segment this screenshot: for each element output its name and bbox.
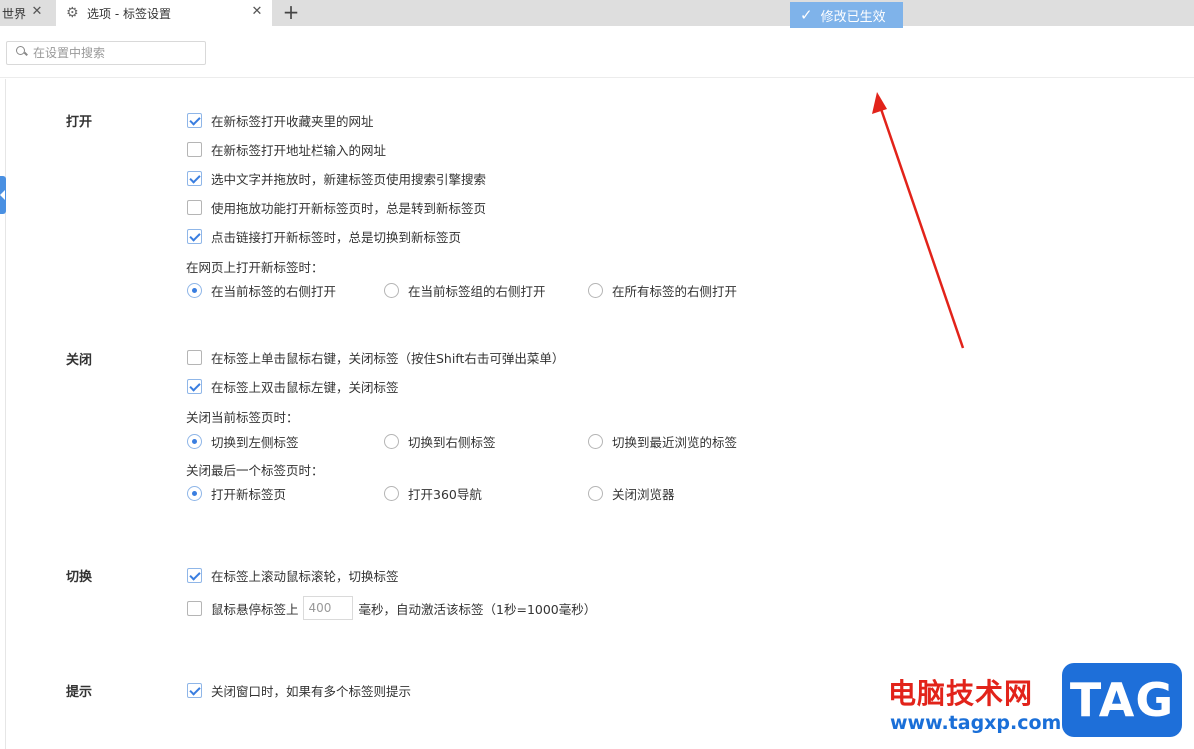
option-hover-activate[interactable]: 鼠标悬停标签上 毫秒，自动激活该标签（1秒=1000毫秒）: [187, 596, 596, 620]
radio-open-right-of-current[interactable]: 在当前标签的右侧打开: [187, 281, 336, 299]
watermark-text: 电脑技术网: [888, 677, 1034, 710]
checkbox[interactable]: [187, 567, 202, 583]
sidebar-expand-handle[interactable]: [0, 176, 6, 214]
option-label: 毫秒，自动激活该标签（1秒=1000毫秒）: [358, 601, 597, 617]
watermark-logo: TAG: [1062, 663, 1182, 737]
radio-label: 关闭浏览器: [612, 486, 675, 502]
saved-toast: ✓ 修改已生效: [790, 2, 903, 28]
checkbox[interactable]: [187, 199, 202, 215]
radio-button[interactable]: [384, 433, 399, 449]
option-label: 在标签上双击鼠标左键，关闭标签: [211, 379, 399, 395]
option-drag-text-search[interactable]: 选中文字并拖放时，新建标签页使用搜索引擎搜索: [187, 169, 486, 187]
option-double-click-close[interactable]: 在标签上双击鼠标左键，关闭标签: [187, 377, 399, 395]
checkbox[interactable]: [187, 600, 202, 616]
radio-switch-left[interactable]: 切换到左侧标签: [187, 432, 299, 450]
radio-button[interactable]: [187, 282, 202, 298]
tab-label: 选项 - 标签设置: [87, 6, 171, 21]
tab-settings[interactable]: ⚙ 选项 - 标签设置 ✕: [56, 0, 272, 26]
option-right-click-close[interactable]: 在标签上单击鼠标右键，关闭标签（按住Shift右击可弹出菜单）: [187, 348, 564, 366]
check-icon: ✓: [800, 6, 813, 24]
option-label: 鼠标悬停标签上: [211, 601, 299, 617]
radio-button[interactable]: [187, 485, 202, 501]
radio-button[interactable]: [384, 282, 399, 298]
radio-label: 在当前标签组的右侧打开: [408, 283, 546, 299]
option-wheel-switch-tab[interactable]: 在标签上滚动鼠标滚轮，切换标签: [187, 566, 399, 584]
section-title-close: 关闭: [66, 353, 93, 368]
radio-button[interactable]: [384, 485, 399, 501]
radio-button[interactable]: [588, 485, 603, 501]
checkbox[interactable]: [187, 141, 202, 157]
watermark-url: www.tagxp.com: [890, 712, 1062, 734]
option-label: 点击链接打开新标签时，总是切换到新标签页: [211, 229, 462, 245]
option-open-favorites-new-tab[interactable]: 在新标签打开收藏夹里的网址: [187, 111, 374, 129]
search-box[interactable]: [6, 41, 206, 65]
close-current-label: 关闭当前标签页时：: [186, 410, 299, 425]
tab-label: 世界: [2, 6, 27, 21]
option-label: 在新标签打开地址栏输入的网址: [211, 142, 387, 158]
hover-delay-input[interactable]: [302, 596, 353, 620]
tab-previous[interactable]: 世界 ✕: [0, 0, 52, 26]
option-label: 在新标签打开收藏夹里的网址: [211, 113, 374, 129]
close-last-label: 关闭最后一个标签页时：: [186, 463, 324, 478]
radio-button[interactable]: [588, 282, 603, 298]
checkbox[interactable]: [187, 112, 202, 128]
settings-header: [0, 26, 1194, 78]
checkbox[interactable]: [187, 682, 202, 698]
radio-label: 切换到最近浏览的标签: [612, 434, 738, 450]
radio-close-browser[interactable]: 关闭浏览器: [588, 484, 675, 502]
radio-button[interactable]: [187, 433, 202, 449]
radio-label: 在所有标签的右侧打开: [612, 283, 738, 299]
section-title-open: 打开: [66, 115, 93, 130]
radio-switch-right[interactable]: 切换到右侧标签: [384, 432, 496, 450]
radio-button[interactable]: [588, 433, 603, 449]
radio-switch-recent[interactable]: 切换到最近浏览的标签: [588, 432, 737, 450]
radio-label: 在当前标签的右侧打开: [211, 283, 337, 299]
section-title-hint: 提示: [66, 685, 93, 700]
radio-open-right-of-all[interactable]: 在所有标签的右侧打开: [588, 281, 737, 299]
radio-open-360-nav[interactable]: 打开360导航: [384, 484, 482, 502]
checkbox[interactable]: [187, 349, 202, 365]
section-title-switch: 切换: [66, 570, 93, 585]
open-position-label: 在网页上打开新标签时：: [186, 260, 324, 275]
checkbox[interactable]: [187, 170, 202, 186]
close-icon[interactable]: ✕: [250, 5, 264, 19]
radio-label: 打开360导航: [408, 486, 482, 502]
search-input[interactable]: [33, 46, 201, 60]
option-label: 选中文字并拖放时，新建标签页使用搜索引擎搜索: [211, 171, 487, 187]
option-label: 在标签上滚动鼠标滚轮，切换标签: [211, 568, 399, 584]
checkbox[interactable]: [187, 378, 202, 394]
gear-icon: ⚙: [66, 5, 79, 21]
option-open-addressbar-new-tab[interactable]: 在新标签打开地址栏输入的网址: [187, 140, 386, 158]
radio-label: 切换到右侧标签: [408, 434, 496, 450]
close-icon[interactable]: ✕: [30, 5, 44, 19]
option-label: 关闭窗口时，如果有多个标签则提示: [211, 683, 412, 699]
tab-strip: 世界 ✕ ⚙ 选项 - 标签设置 ✕ +: [0, 0, 1194, 26]
option-label: 在标签上单击鼠标右键，关闭标签（按住Shift右击可弹出菜单）: [211, 350, 565, 366]
radio-open-new-tab-page[interactable]: 打开新标签页: [187, 484, 286, 502]
new-tab-button[interactable]: +: [280, 2, 302, 24]
toast-label: 修改已生效: [820, 9, 886, 25]
radio-label: 切换到左侧标签: [211, 434, 299, 450]
annotation-arrow: [872, 92, 965, 349]
option-confirm-close-window[interactable]: 关闭窗口时，如果有多个标签则提示: [187, 681, 411, 699]
search-icon: [15, 45, 31, 61]
option-label: 使用拖放功能打开新标签页时，总是转到新标签页: [211, 200, 487, 216]
radio-label: 打开新标签页: [211, 486, 287, 502]
checkbox[interactable]: [187, 228, 202, 244]
option-drag-switch-new-tab[interactable]: 使用拖放功能打开新标签页时，总是转到新标签页: [187, 198, 486, 216]
radio-open-right-of-group[interactable]: 在当前标签组的右侧打开: [384, 281, 546, 299]
option-link-switch-new-tab[interactable]: 点击链接打开新标签时，总是切换到新标签页: [187, 227, 461, 245]
